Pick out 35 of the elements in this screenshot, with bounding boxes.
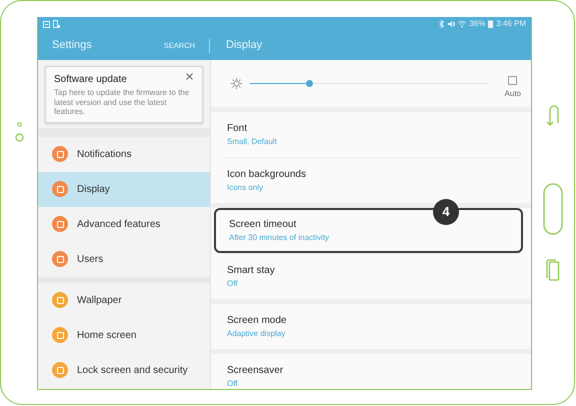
update-card[interactable]: Software update Tap here to update the firmware to the latest version and use the latest features. (45, 66, 203, 123)
setting-item[interactable]: Smart stay Off (211, 254, 531, 299)
sidebar-item[interactable]: Home screen (38, 318, 210, 353)
recent-apps-key-icon[interactable] (546, 259, 560, 281)
brightness-slider[interactable] (250, 80, 487, 88)
camera-icon (14, 133, 24, 142)
setting-item[interactable]: Font Small, Default (211, 112, 531, 157)
clock: 3:46 PM (496, 18, 526, 30)
step-badge: 4 (433, 199, 459, 225)
setting-item[interactable]: Screen mode Adaptive display (211, 304, 531, 349)
auto-label: Auto (504, 88, 521, 100)
device-icon (53, 20, 60, 28)
notification-icon (43, 20, 50, 28)
battery-icon (488, 20, 494, 28)
close-icon[interactable] (186, 73, 193, 80)
sidebar-item[interactable]: Notifications (38, 136, 210, 172)
sensor-icon (16, 122, 22, 127)
sidebar-item[interactable]: Advanced features (38, 206, 210, 242)
back-key-icon[interactable] (546, 105, 560, 127)
battery-percent: 36% (469, 18, 486, 30)
auto-checkbox[interactable] (508, 76, 518, 84)
sidebar-item[interactable]: Wallpaper (38, 282, 210, 318)
setting-item[interactable]: Screensaver Off (211, 354, 531, 389)
card-text: Tap here to update the firmware to the latest version and use the latest features. (54, 88, 190, 117)
brightness-icon (231, 78, 242, 89)
sidebar-item[interactable]: Display (38, 172, 210, 207)
mute-icon (447, 20, 456, 28)
sidebar-item[interactable]: Lock screen and security (38, 352, 210, 388)
app-title: Settings (52, 38, 93, 54)
wifi-icon (458, 20, 466, 28)
card-title: Software update (54, 73, 127, 87)
section-title: Display (225, 38, 262, 54)
sidebar-item[interactable]: Users (38, 242, 210, 277)
bluetooth-icon (439, 20, 444, 28)
home-key-icon[interactable] (543, 183, 563, 235)
